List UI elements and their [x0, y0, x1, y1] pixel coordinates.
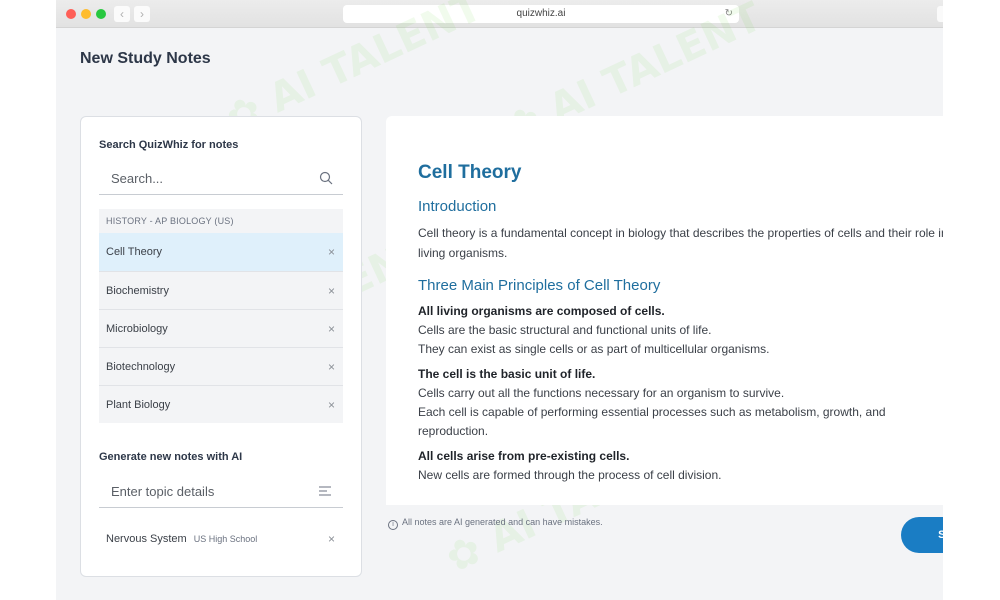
remove-note-icon[interactable]: × [328, 272, 335, 310]
info-icon: i [388, 520, 398, 530]
document-title: Cell Theory [418, 162, 522, 183]
intro-heading: Introduction [418, 198, 497, 215]
note-item-label: Biochemistry [106, 285, 169, 297]
note-item-biotechnology[interactable]: Biotechnology × [99, 347, 343, 385]
note-item-label: Plant Biology [106, 399, 171, 411]
chevron-left-icon: ‹ [120, 7, 124, 21]
remove-note-icon[interactable]: × [328, 310, 335, 348]
forward-button[interactable]: › [134, 6, 150, 22]
principle-line: Cells carry out all the functions necess… [418, 386, 785, 400]
search-section-label: Search QuizWhiz for notes [99, 139, 239, 151]
principle-line: They can exist as single cells or as par… [418, 342, 770, 356]
note-item-biochemistry[interactable]: Biochemistry × [99, 271, 343, 309]
minimize-window-button[interactable] [81, 9, 91, 19]
principle-block: All living organisms are composed of cel… [418, 302, 943, 359]
note-item-plant-biology[interactable]: Plant Biology × [99, 385, 343, 423]
remove-note-icon[interactable]: × [328, 527, 335, 551]
page-title: New Study Notes [80, 50, 211, 67]
search-input[interactable] [99, 164, 299, 192]
principle-block: All cells arise from pre-existing cells.… [418, 447, 943, 485]
principle-title: All living organisms are composed of cel… [418, 304, 665, 318]
principle-line: New cells are formed through the process… [418, 468, 722, 482]
generated-note-label: Nervous System [106, 533, 187, 545]
reload-icon[interactable]: ↻ [725, 5, 733, 23]
principles-heading: Three Main Principles of Cell Theory [418, 277, 661, 294]
save-button[interactable]: Save [901, 517, 943, 553]
search-field [99, 164, 343, 195]
note-item-label: Biotechnology [106, 361, 176, 373]
chevron-right-icon: › [140, 7, 144, 21]
principle-block: The cell is the basic unit of life. Cell… [418, 365, 943, 441]
principle-line: Each cell is capable of performing essen… [418, 405, 886, 438]
topic-field [99, 477, 343, 508]
text-lines-icon[interactable] [319, 486, 331, 496]
note-item-microbiology[interactable]: Microbiology × [99, 309, 343, 347]
note-content-panel: Cell Theory Introduction Cell theory is … [386, 116, 943, 505]
address-bar[interactable]: quizwhiz.ai ↻ [343, 5, 739, 23]
browser-window: ‹ › quizwhiz.ai ↻ ✿ AI TALENT ✿ AI TALEN… [56, 0, 943, 600]
principle-title: All cells arise from pre-existing cells. [418, 449, 630, 463]
intro-text: Cell theory is a fundamental concept in … [418, 226, 943, 260]
notes-sidebar: Search QuizWhiz for notes HISTORY - AP B… [80, 116, 362, 577]
note-item-label: Cell Theory [106, 246, 163, 258]
maximize-window-button[interactable] [96, 9, 106, 19]
generate-section-label: Generate new notes with AI [99, 451, 243, 463]
note-item-label: Microbiology [106, 323, 168, 335]
url-text: quizwhiz.ai [516, 8, 566, 19]
toolbar-edge [937, 6, 943, 22]
ai-disclaimer: i All notes are AI generated and can have… [388, 517, 603, 530]
notes-history-list: HISTORY - AP BIOLOGY (US) Cell Theory × … [99, 209, 343, 423]
generated-note-item[interactable]: Nervous System US High School × [99, 527, 343, 551]
note-item-cell-theory[interactable]: Cell Theory × [99, 233, 343, 271]
search-icon[interactable] [319, 171, 333, 185]
remove-note-icon[interactable]: × [328, 348, 335, 386]
close-window-button[interactable] [66, 9, 76, 19]
browser-titlebar: ‹ › quizwhiz.ai ↻ [56, 0, 943, 28]
back-button[interactable]: ‹ [114, 6, 130, 22]
generated-note-level: US High School [193, 534, 258, 544]
principle-line: Cells are the basic structural and funct… [418, 323, 712, 337]
topic-input[interactable] [99, 477, 299, 505]
disclaimer-text: All notes are AI generated and can have … [402, 517, 603, 527]
remove-note-icon[interactable]: × [328, 233, 335, 271]
principle-title: The cell is the basic unit of life. [418, 367, 596, 381]
note-document: Cell Theory Introduction Cell theory is … [418, 162, 943, 491]
list-header: HISTORY - AP BIOLOGY (US) [106, 216, 234, 226]
remove-note-icon[interactable]: × [328, 386, 335, 424]
